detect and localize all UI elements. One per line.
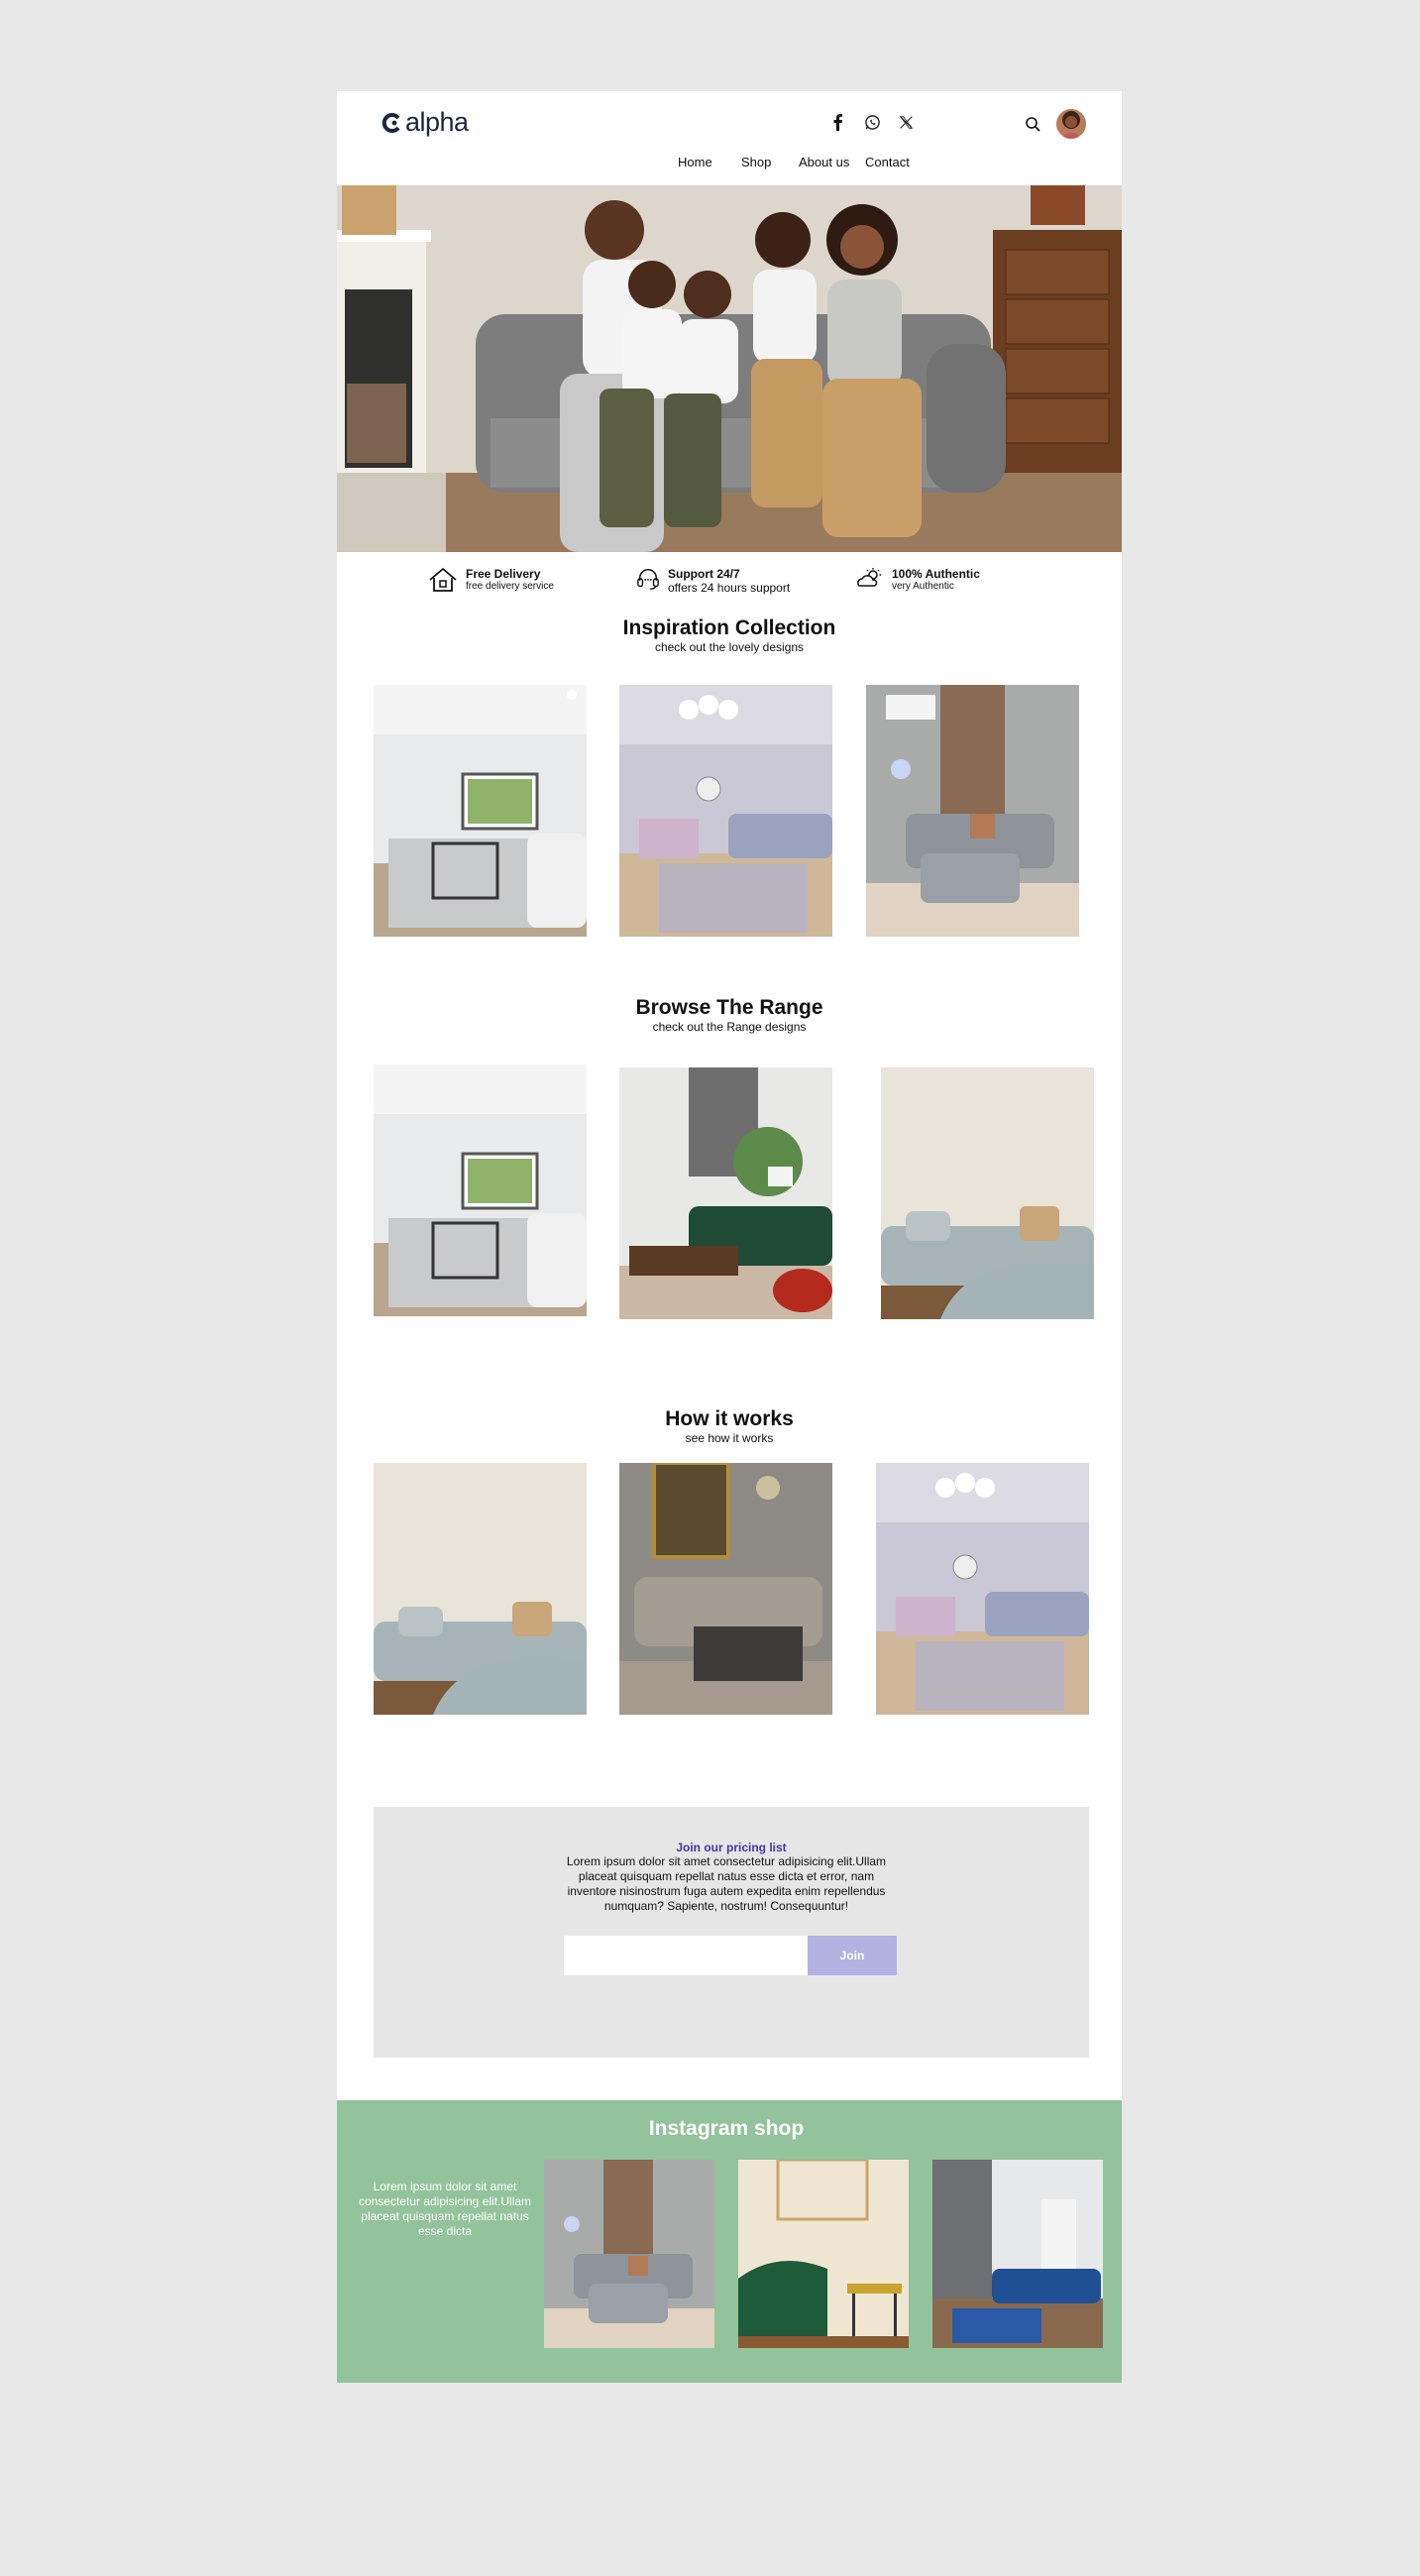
how-image-1[interactable] bbox=[374, 1463, 587, 1715]
whatsapp-icon[interactable] bbox=[863, 113, 881, 131]
instagram-image-1[interactable] bbox=[544, 2160, 714, 2348]
section-title-range: Browse The Range bbox=[635, 996, 823, 1019]
nav-home[interactable]: Home bbox=[678, 155, 741, 169]
pricing-signup: Join our pricing list Lorem ipsum dolor … bbox=[374, 1807, 1089, 2058]
logo-icon bbox=[382, 112, 403, 134]
feature-authentic: 100% Authentic very Authentic bbox=[854, 567, 980, 594]
nav-contact[interactable]: Contact bbox=[865, 155, 925, 169]
range-image-1[interactable] bbox=[374, 1064, 587, 1316]
join-button[interactable]: Join bbox=[808, 1936, 897, 1975]
instagram-text: Lorem ipsum dolor sit amet consectetur a… bbox=[358, 2180, 532, 2238]
search-icon[interactable] bbox=[1024, 115, 1041, 133]
instagram-section: Instagram shop Lorem ipsum dolor sit ame… bbox=[337, 2100, 1122, 2383]
nav-shop[interactable]: Shop bbox=[741, 155, 799, 169]
range-image-2[interactable] bbox=[619, 1067, 832, 1319]
inspiration-image-3[interactable] bbox=[866, 685, 1079, 937]
section-title-inspiration: Inspiration Collection bbox=[622, 616, 836, 639]
section-subtitle-range: check out the Range designs bbox=[652, 1020, 807, 1034]
inspiration-image-2[interactable] bbox=[619, 685, 832, 937]
feature-subtitle: offers 24 hours support bbox=[668, 581, 791, 595]
feature-subtitle: very Authentic bbox=[892, 581, 954, 592]
logo[interactable]: alpha bbox=[382, 109, 469, 136]
section-title-how: How it works bbox=[665, 1407, 794, 1430]
how-image-3[interactable] bbox=[876, 1463, 1089, 1715]
email-input[interactable] bbox=[564, 1936, 808, 1975]
pricing-title: Join our pricing list bbox=[676, 1841, 787, 1854]
feature-support: Support 24/7 offers 24 hours support bbox=[636, 567, 790, 596]
avatar[interactable] bbox=[1056, 109, 1086, 139]
section-subtitle-how: see how it works bbox=[685, 1431, 774, 1445]
inspiration-image-1[interactable] bbox=[374, 685, 587, 937]
headset-icon bbox=[636, 567, 660, 596]
instagram-image-3[interactable] bbox=[932, 2160, 1103, 2348]
feature-free-delivery: Free Delivery free delivery service bbox=[428, 567, 554, 598]
sun-cloud-icon bbox=[854, 567, 884, 594]
page: alpha Home Shop About us Contact Free De… bbox=[337, 91, 1122, 2383]
social-links bbox=[829, 113, 915, 131]
feature-title: Support 24/7 bbox=[668, 567, 740, 581]
feature-title: 100% Authentic bbox=[892, 567, 980, 581]
pricing-body: Lorem ipsum dolor sit amet consectetur a… bbox=[566, 1854, 887, 1913]
section-subtitle-inspiration: check out the lovely designs bbox=[654, 640, 805, 654]
instagram-image-2[interactable] bbox=[738, 2160, 909, 2348]
nav-about-us[interactable]: About us bbox=[799, 155, 865, 169]
main-nav: Home Shop About us Contact bbox=[678, 155, 925, 169]
house-icon bbox=[428, 567, 458, 598]
range-image-3[interactable] bbox=[881, 1067, 1094, 1319]
instagram-title: Instagram shop bbox=[648, 2117, 805, 2140]
facebook-icon[interactable] bbox=[829, 113, 847, 131]
x-icon[interactable] bbox=[897, 113, 915, 131]
logo-text: alpha bbox=[405, 107, 469, 137]
feature-title: Free Delivery bbox=[466, 567, 541, 581]
hero-image bbox=[337, 185, 1122, 552]
how-image-2[interactable] bbox=[619, 1463, 832, 1715]
feature-subtitle: free delivery service bbox=[466, 581, 554, 592]
